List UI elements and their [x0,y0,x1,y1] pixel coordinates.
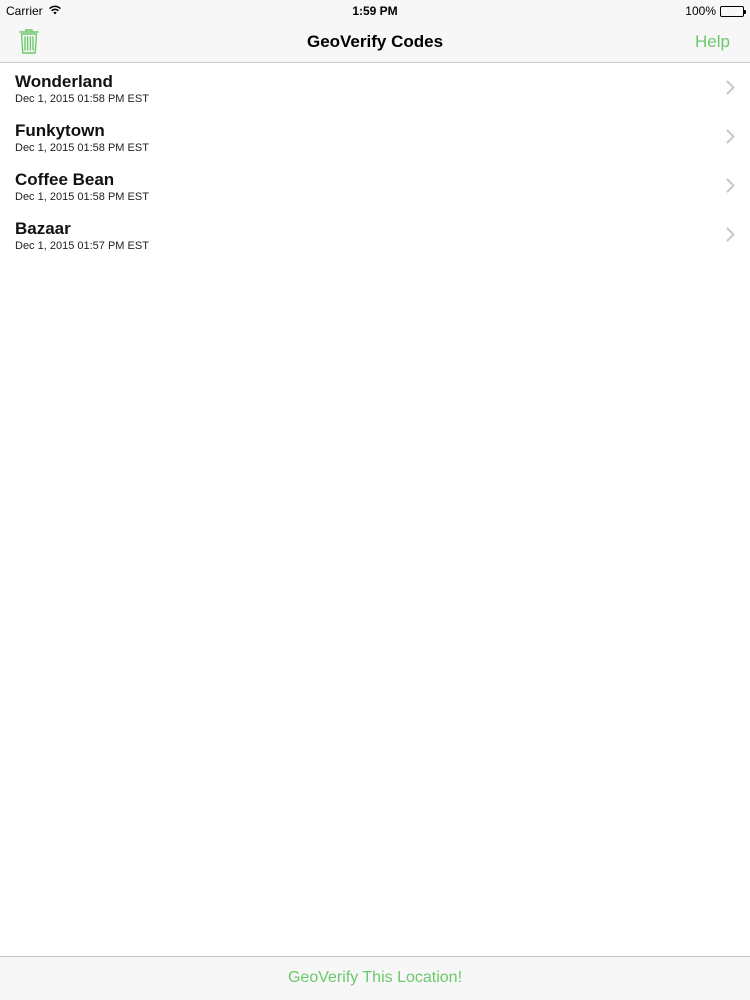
code-name: Wonderland [15,72,113,91]
status-time: 1:59 PM [352,4,398,18]
help-button[interactable]: Help [695,32,730,52]
code-name: Coffee Bean [15,170,115,189]
app-screen: Carrier 1:59 PM 100% GeoVerify Codes Hel… [0,0,750,1000]
codes-list: Wonderland Dec 1, 2015 01:58 PM EST Funk… [0,63,750,259]
geoverify-location-button[interactable]: GeoVerify This Location! [0,969,750,987]
status-right: 100% [685,4,746,18]
status-bar: Carrier 1:59 PM 100% [0,0,750,22]
code-name: Bazaar [15,219,71,238]
list-item[interactable]: Wonderland Dec 1, 2015 01:58 PM EST [0,63,750,112]
battery-icon [720,5,746,17]
list-item[interactable]: Coffee Bean Dec 1, 2015 01:58 PM EST [0,161,750,210]
battery-percent: 100% [685,4,716,18]
bottom-toolbar: GeoVerify This Location! [0,956,750,1000]
chevron-right-icon [726,227,735,242]
list-item[interactable]: Bazaar Dec 1, 2015 01:57 PM EST [0,210,750,259]
navigation-bar: GeoVerify Codes Help [0,22,750,63]
code-date: Dec 1, 2015 01:58 PM EST [15,142,149,154]
code-name: Funkytown [15,121,105,140]
code-date: Dec 1, 2015 01:58 PM EST [15,93,149,105]
chevron-right-icon [726,129,735,144]
code-date: Dec 1, 2015 01:58 PM EST [15,191,149,203]
list-item[interactable]: Funkytown Dec 1, 2015 01:58 PM EST [0,112,750,161]
chevron-right-icon [726,178,735,193]
chevron-right-icon [726,80,735,95]
code-date: Dec 1, 2015 01:57 PM EST [15,240,149,252]
page-title: GeoVerify Codes [306,32,444,51]
